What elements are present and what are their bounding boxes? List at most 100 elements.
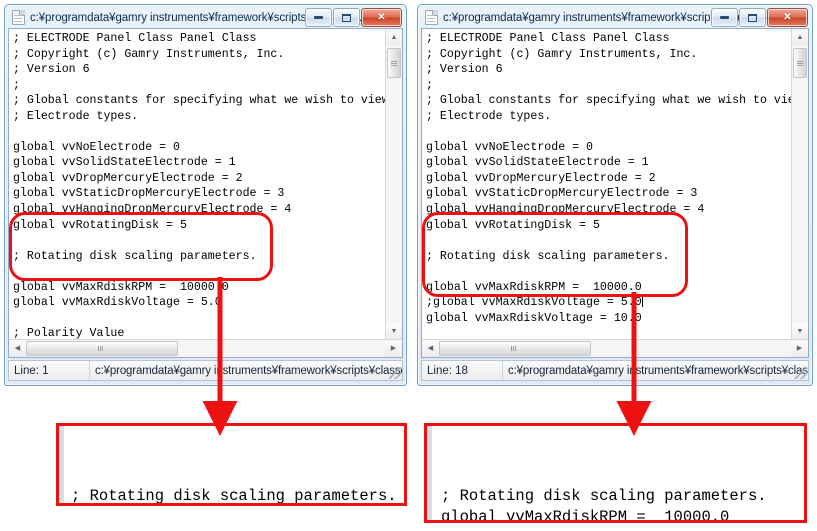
code-line: global vvDropMercuryElectrode = 2 (426, 171, 656, 185)
editor-row-left: ; ELECTRODE Panel Class Panel Class ; Cop… (9, 29, 402, 339)
code-line: ; Electrode types. (13, 109, 139, 123)
vertical-scroll-track-left[interactable] (386, 45, 402, 323)
code-line: global vvHangingDropMercuryElectrode = 4 (13, 203, 292, 217)
close-button-left[interactable]: ✕ (361, 8, 402, 27)
scroll-up-arrow-left[interactable]: ▲ (386, 29, 402, 45)
horizontal-scroll-thumb-left[interactable] (26, 341, 178, 356)
status-file-path-right: c:¥programdata¥gamry instruments¥framewo… (508, 364, 808, 377)
code-line: ; (13, 78, 20, 92)
scroll-left-arrow-left[interactable]: ◀ (9, 340, 26, 357)
scroll-left-arrow-right[interactable]: ◀ (422, 340, 439, 357)
vertical-scrollbar-right[interactable]: ▲ ▼ (791, 29, 808, 339)
editor-window-right[interactable]: c:¥programdata¥gamry instruments¥framewo… (417, 4, 813, 386)
code-line: ; Electrode types. (426, 109, 552, 123)
document-icon (425, 10, 438, 25)
window-controls-left: ✕ (305, 8, 402, 27)
horizontal-scroll-thumb-right[interactable] (439, 341, 591, 356)
code-line: global vvSolidStateElectrode = 1 (426, 156, 649, 170)
scroll-down-arrow-right[interactable]: ▼ (792, 323, 808, 339)
code-line: global vvRotatingDisk = 5 (426, 218, 600, 232)
editor-area-right[interactable]: ; ELECTRODE Panel Class Panel Class ; Cop… (421, 28, 809, 358)
horizontal-scrollbar-right[interactable]: ◀ ▶ (422, 339, 808, 357)
vertical-scroll-thumb-right[interactable] (793, 48, 807, 78)
scroll-down-arrow-left[interactable]: ▼ (386, 323, 402, 339)
document-icon (12, 10, 25, 25)
minimize-button-right[interactable] (711, 8, 738, 27)
resize-grip-right[interactable] (795, 367, 807, 379)
editor-window-left[interactable]: c:¥programdata¥gamry instruments¥framewo… (4, 4, 407, 386)
resize-grip-left[interactable] (389, 367, 401, 379)
code-line: ; Copyright (c) Gamry Instruments, Inc. (13, 47, 285, 61)
status-line-number-left: Line: 1 (9, 361, 90, 380)
status-file-path-left: c:¥programdata¥gamry instruments¥framewo… (95, 364, 402, 377)
code-line: global vvStaticDropMercuryElectrode = 3 (13, 187, 285, 201)
code-line: ; Version 6 (426, 63, 503, 77)
code-line: global vvRotatingDisk = 5 (13, 218, 187, 232)
code-line: global vvNoElectrode = 0 (426, 140, 593, 154)
maximize-button-right[interactable] (739, 8, 766, 27)
status-line-number-right: Line: 18 (422, 361, 503, 380)
close-icon: ✕ (377, 11, 386, 23)
minimize-button-left[interactable] (305, 8, 332, 27)
vertical-scrollbar-left[interactable]: ▲ ▼ (385, 29, 402, 339)
code-line: global vvMaxRdiskVoltage = 5.0 (13, 296, 222, 310)
text-caret (641, 295, 643, 308)
code-line: ; Rotating disk scaling parameters. (71, 487, 397, 505)
code-text-right[interactable]: ; ELECTRODE Panel Class Panel Class ; Cop… (422, 29, 791, 339)
maximize-button-left[interactable] (333, 8, 360, 27)
code-line: global vvDropMercuryElectrode = 2 (13, 171, 243, 185)
horizontal-scroll-track-left[interactable] (26, 340, 385, 357)
code-line: global vvStaticDropMercuryElectrode = 3 (426, 187, 698, 201)
scroll-up-arrow-right[interactable]: ▲ (792, 29, 808, 45)
callout-gutter-right (427, 426, 432, 520)
statusbar-right: Line: 18 c:¥programdata¥gamry instrument… (421, 360, 809, 381)
minimize-icon (720, 16, 729, 19)
horizontal-scrollbar-left[interactable]: ◀ ▶ (9, 339, 402, 357)
code-line: global vvHangingDropMercuryElectrode = 4 (426, 203, 705, 217)
maximize-icon (748, 13, 757, 22)
code-line: ; Rotating disk scaling parameters. (426, 249, 670, 263)
scroll-right-arrow-right[interactable]: ▶ (791, 340, 808, 357)
callout-gutter-left (59, 426, 64, 503)
code-line: ; Polarity Value (13, 327, 125, 339)
code-line: ; Rotating disk scaling parameters. (13, 249, 257, 263)
code-line: ; Version 6 (13, 63, 90, 77)
code-line: global vvSolidStateElectrode = 1 (13, 156, 236, 170)
titlebar-right[interactable]: c:¥programdata¥gamry instruments¥framewo… (421, 7, 809, 28)
titlebar-left[interactable]: c:¥programdata¥gamry instruments¥framewo… (8, 7, 403, 28)
scroll-right-arrow-left[interactable]: ▶ (385, 340, 402, 357)
code-line: ; Copyright (c) Gamry Instruments, Inc. (426, 47, 698, 61)
code-line: ;global vvMaxRdiskVoltage = 5.0 (426, 295, 643, 310)
code-line: ; Rotating disk scaling parameters. (441, 487, 767, 505)
code-line: global vvMaxRdiskRPM = 10000.0 (13, 280, 229, 294)
minimize-icon (314, 16, 323, 19)
vertical-scroll-track-right[interactable] (792, 45, 808, 323)
statusbar-left: Line: 1 c:¥programdata¥gamry instruments… (8, 360, 403, 381)
code-line: ; ELECTRODE Panel Class Panel Class (13, 32, 257, 45)
code-line: global vvNoElectrode = 0 (13, 140, 180, 154)
callout-box-right: ; Rotating disk scaling parameters. globa… (424, 423, 807, 523)
close-button-right[interactable]: ✕ (767, 8, 808, 27)
code-line: ; Global constants for specifying what w… (13, 94, 385, 108)
vertical-scroll-thumb-left[interactable] (387, 48, 401, 78)
code-line: global vvMaxRdiskRPM = 10000.0 (426, 280, 642, 294)
code-line: global vvMaxRdiskRPM = 10000.0 (441, 508, 730, 523)
window-controls-right: ✕ (711, 8, 808, 27)
code-text-left[interactable]: ; ELECTRODE Panel Class Panel Class ; Cop… (9, 29, 385, 339)
code-line: ; (426, 78, 433, 92)
code-line: ; Global constants for specifying what w… (426, 94, 791, 108)
editor-row-right: ; ELECTRODE Panel Class Panel Class ; Cop… (422, 29, 808, 339)
code-line: ; ELECTRODE Panel Class Panel Class (426, 32, 670, 45)
horizontal-scroll-track-right[interactable] (439, 340, 791, 357)
editor-area-left[interactable]: ; ELECTRODE Panel Class Panel Class ; Cop… (8, 28, 403, 358)
callout-box-left: ; Rotating disk scaling parameters.globa… (56, 423, 407, 506)
close-icon: ✕ (783, 11, 792, 23)
